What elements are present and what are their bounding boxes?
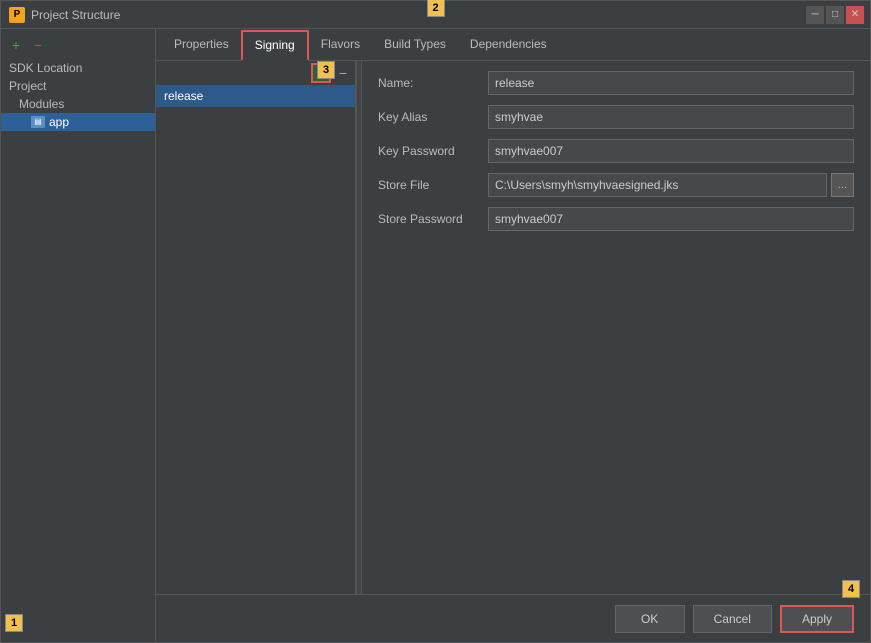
right-panel: Properties Signing Flavors Build Types D…: [156, 29, 870, 642]
browse-button[interactable]: ...: [831, 173, 854, 197]
sidebar-add-button[interactable]: +: [7, 37, 25, 53]
tab-signing[interactable]: Signing: [241, 30, 309, 61]
tab-dependencies[interactable]: Dependencies: [458, 29, 559, 60]
label-store-password: Store Password: [378, 212, 488, 226]
input-store-password[interactable]: [488, 207, 854, 231]
app-icon: P: [9, 7, 25, 23]
label-name: Name:: [378, 76, 488, 90]
input-key-alias[interactable]: [488, 105, 854, 129]
maximize-button[interactable]: □: [826, 6, 844, 24]
input-store-file[interactable]: [488, 173, 827, 197]
title-controls: ─ □ ✕: [806, 6, 864, 24]
sidebar: + − SDK Location Project Modules ▤ app 1: [1, 29, 156, 642]
minimize-button[interactable]: ─: [806, 6, 824, 24]
badge-2: 2: [427, 0, 445, 17]
properties-panel: Name: Key Alias Key Password: [362, 61, 870, 594]
input-key-password[interactable]: [488, 139, 854, 163]
badge-3: 3: [317, 61, 335, 79]
cancel-button[interactable]: Cancel: [693, 605, 772, 633]
form-row-name: Name:: [378, 71, 854, 95]
form-row-key-password: Key Password: [378, 139, 854, 163]
module-icon: ▤: [31, 116, 45, 128]
label-key-alias: Key Alias: [378, 110, 488, 124]
form-row-key-alias: Key Alias: [378, 105, 854, 129]
window-title: Project Structure: [31, 8, 120, 22]
tabs-bar: Properties Signing Flavors Build Types D…: [156, 29, 870, 61]
sidebar-item-modules[interactable]: Modules: [1, 95, 155, 113]
sidebar-item-app[interactable]: ▤ app: [1, 113, 155, 131]
badge-4: 4: [842, 580, 860, 598]
label-store-file: Store File: [378, 178, 488, 192]
main-window: P Project Structure 2 ─ □ ✕ + − SDK Loca…: [0, 0, 871, 643]
title-bar: P Project Structure 2 ─ □ ✕: [1, 1, 870, 29]
main-content: + − SDK Location Project Modules ▤ app 1: [1, 29, 870, 642]
form-row-store-file: Store File ...: [378, 173, 854, 197]
sidebar-remove-button[interactable]: −: [29, 37, 47, 53]
config-item-release[interactable]: release: [156, 85, 355, 107]
sidebar-item-sdk-location[interactable]: SDK Location: [1, 59, 155, 77]
badge-1: 1: [5, 614, 23, 632]
tab-build-types[interactable]: Build Types: [372, 29, 458, 60]
config-remove-button[interactable]: −: [333, 63, 353, 83]
config-panel: + − release 3: [156, 61, 356, 594]
sidebar-toolbar: + −: [1, 35, 155, 59]
input-name[interactable]: [488, 71, 854, 95]
tab-properties[interactable]: Properties: [162, 29, 241, 60]
ok-button[interactable]: OK: [615, 605, 685, 633]
form-row-store-password: Store Password: [378, 207, 854, 231]
label-key-password: Key Password: [378, 144, 488, 158]
tab-flavors[interactable]: Flavors: [309, 29, 372, 60]
close-button[interactable]: ✕: [846, 6, 864, 24]
signing-area: + − release 3 Name:: [156, 61, 870, 594]
apply-button[interactable]: Apply: [780, 605, 854, 633]
sidebar-item-project[interactable]: Project: [1, 77, 155, 95]
bottom-bar: 4 OK Cancel Apply: [156, 594, 870, 642]
